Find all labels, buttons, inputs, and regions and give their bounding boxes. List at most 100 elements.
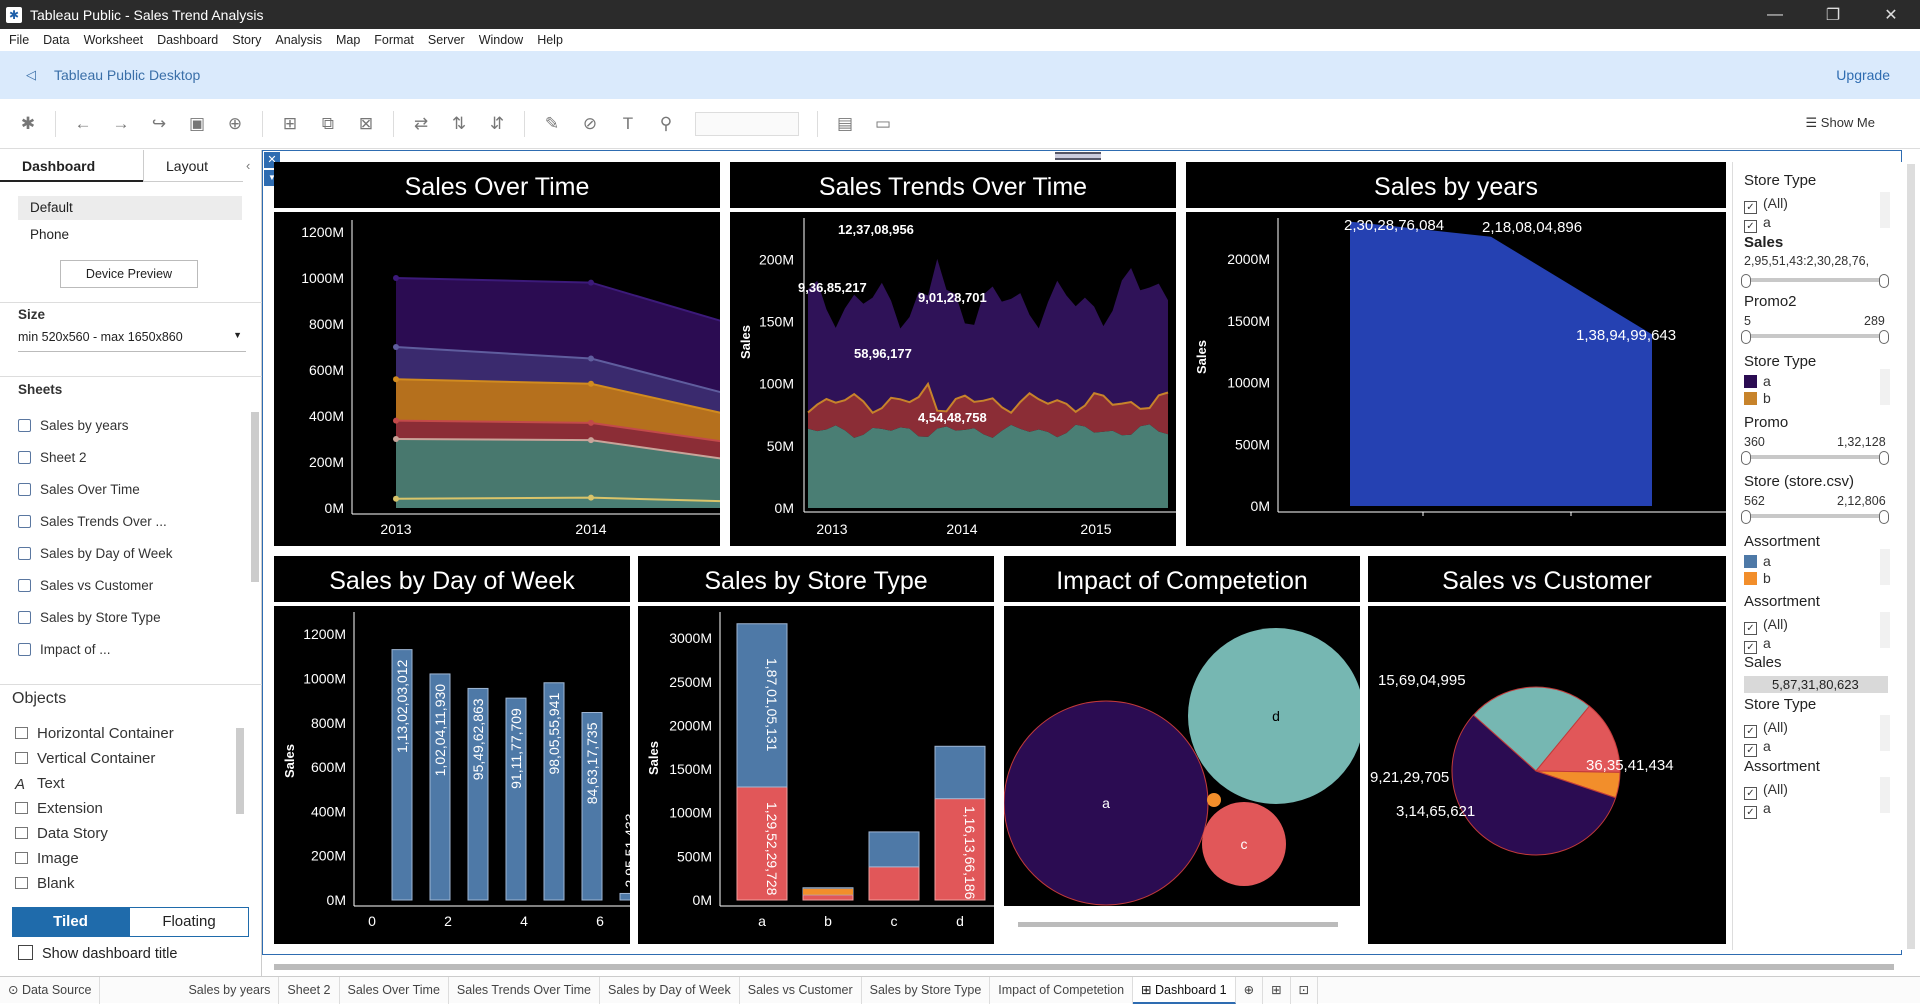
tableau-icon[interactable]: ✱	[14, 110, 42, 138]
tile-sales-by-years[interactable]: Sales by years 0M 500M 1000M 1500M 2000M Sale…	[1186, 162, 1726, 546]
menu-story[interactable]: Story	[227, 33, 270, 47]
new-worksheet-tab-icon[interactable]: ⊕	[1236, 976, 1264, 1004]
tab-sheet[interactable]: Impact of Competetion	[990, 976, 1134, 1004]
upgrade-link[interactable]: Upgrade	[1836, 67, 1890, 83]
filter-promo2-slider[interactable]	[1741, 330, 1889, 344]
impact-of-competition-chart[interactable]: a d c	[1004, 606, 1360, 944]
object-text[interactable]: A Text	[15, 775, 65, 793]
show-title-checkbox[interactable]: Show dashboard title	[18, 945, 177, 962]
tab-dashboard[interactable]: Dashboard	[0, 150, 143, 182]
clear-icon[interactable]: ⊠	[352, 110, 380, 138]
sales-by-years-chart[interactable]: 0M 500M 1000M 1500M 2000M Sales 2,30,28,76,084…	[1186, 212, 1726, 546]
minimize-button[interactable]: —	[1746, 6, 1804, 24]
canvas-scrollbar-vertical[interactable]	[1907, 164, 1915, 949]
legend-item-b[interactable]: b	[1744, 390, 1771, 406]
sheet-item[interactable]: Sales Over Time	[18, 482, 140, 497]
tile-sales-over-time[interactable]: Sales Over Time 0M 200M 400M 600M 800M 1000M 1…	[274, 162, 720, 546]
device-phone[interactable]: Phone	[30, 227, 69, 242]
sales-trends-chart[interactable]: 0M 50M 100M 150M 200M Sales 2013 2014 2015 12,37,…	[730, 212, 1176, 546]
filter-checkbox-all[interactable]: ✓ (All)	[1744, 195, 1788, 214]
sort-desc-icon[interactable]: ⇵	[483, 110, 511, 138]
menu-window[interactable]: Window	[474, 33, 532, 47]
tab-sheet[interactable]: Sales vs Customer	[740, 976, 862, 1004]
tab-data-source[interactable]: ⊙ Data Source	[0, 976, 101, 1004]
object-blank[interactable]: Blank	[15, 875, 75, 892]
duplicate-icon[interactable]: ⧉	[314, 110, 342, 138]
filter-sales-slider[interactable]	[1741, 274, 1889, 288]
swap-icon[interactable]: ⇄	[407, 110, 435, 138]
tab-sheet[interactable]: Sales by Store Type	[862, 976, 991, 1004]
sales-by-day-chart[interactable]: 0M 200M 400M 600M 800M 1000M 1200M Sales 0 2 4 6 1,1…	[274, 606, 630, 944]
device-default[interactable]: Default	[18, 196, 242, 220]
objects-scrollbar[interactable]	[236, 728, 244, 814]
show-cards-icon[interactable]: ▤	[831, 110, 859, 138]
close-button[interactable]: ✕	[1862, 5, 1920, 25]
sheets-scrollbar[interactable]	[251, 412, 259, 582]
legend-item-a[interactable]: a	[1744, 373, 1771, 389]
tab-sheet[interactable]: Sheet 2	[279, 976, 340, 1004]
menu-server[interactable]: Server	[423, 33, 474, 47]
sheet-item[interactable]: Sales by Store Type	[18, 610, 161, 625]
tab-layout[interactable]: Layout	[143, 150, 243, 182]
menu-analysis[interactable]: Analysis	[270, 33, 331, 47]
tile-sales-trends[interactable]: Sales Trends Over Time 0M 50M 100M 150M 200M…	[730, 162, 1176, 546]
fit-dropdown[interactable]	[695, 111, 799, 136]
size-dropdown[interactable]: min 520x560 - max 1650x860 ▼	[18, 330, 246, 352]
sort-asc-icon[interactable]: ⇅	[445, 110, 473, 138]
filter-checkbox-all[interactable]: ✓ (All)	[1744, 616, 1788, 635]
tab-sheet[interactable]: Sales by years	[180, 976, 280, 1004]
sales-over-time-chart[interactable]: 0M200M400M600M800M1000M1200M201320142015	[274, 212, 720, 546]
filter-store-slider[interactable]	[1741, 510, 1889, 524]
floating-button[interactable]: Floating	[129, 907, 249, 937]
show-me-button[interactable]: ☰ Show Me	[1806, 115, 1875, 131]
forward-icon[interactable]: →	[107, 110, 135, 138]
new-story-tab-icon[interactable]: ⊡	[1291, 976, 1319, 1004]
redo-icon[interactable]: ↪	[145, 110, 173, 138]
tab-sheet[interactable]: Sales by Day of Week	[600, 976, 740, 1004]
sheet-item[interactable]: Impact of ...	[18, 642, 111, 657]
sales-by-store-type-chart[interactable]: 0M 500M 1000M 1500M 2000M 2500M 3000M Sales a b c d…	[638, 606, 994, 944]
object-data-story[interactable]: Data Story	[15, 825, 108, 842]
save-icon[interactable]: ▣	[183, 110, 211, 138]
collapse-icon[interactable]: ‹	[246, 158, 250, 173]
filter-scrollbar[interactable]	[1880, 777, 1890, 813]
menu-worksheet[interactable]: Worksheet	[79, 33, 153, 47]
object-horizontal-container[interactable]: Horizontal Container	[15, 725, 174, 742]
filter-checkbox-a[interactable]: ✓ a	[1744, 635, 1771, 654]
sheet-item[interactable]: Sales Trends Over ...	[18, 514, 167, 529]
filter-checkbox-a[interactable]: ✓ a	[1744, 800, 1771, 819]
filter-scrollbar[interactable]	[1880, 192, 1890, 228]
device-preview-button[interactable]: Device Preview	[60, 260, 198, 288]
filter-scrollbar[interactable]	[1880, 715, 1890, 751]
sales-vs-customer-chart[interactable]: 15,69,04,995 9,21,29,705 3,14,65,621 36,35,…	[1368, 606, 1726, 944]
object-extension[interactable]: Extension	[15, 800, 103, 817]
filter-checkbox-a[interactable]: ✓ a	[1744, 738, 1771, 757]
menu-dashboard[interactable]: Dashboard	[152, 33, 227, 47]
menu-file[interactable]: File	[4, 33, 38, 47]
menu-map[interactable]: Map	[331, 33, 369, 47]
legend-item-b[interactable]: b	[1744, 570, 1771, 586]
canvas-scrollbar-horizontal[interactable]	[274, 964, 1894, 970]
tiled-button[interactable]: Tiled	[12, 907, 129, 937]
pin-icon[interactable]: ⚲	[652, 110, 680, 138]
filter-checkbox-a[interactable]: ✓ a	[1744, 214, 1771, 233]
legend-item-a[interactable]: a	[1744, 553, 1771, 569]
new-dashboard-tab-icon[interactable]: ⊞	[1263, 976, 1291, 1004]
tile-sales-by-store-type[interactable]: Sales by Store Type 0M 500M 1000M 1500M 2000…	[638, 556, 994, 944]
object-vertical-container[interactable]: Vertical Container	[15, 750, 155, 767]
legend-scrollbar[interactable]	[1880, 369, 1890, 405]
menu-format[interactable]: Format	[369, 33, 423, 47]
sheet-item[interactable]: Sales by Day of Week	[18, 546, 173, 561]
tab-sheet[interactable]: Sales Trends Over Time	[449, 976, 600, 1004]
tab-dashboard-1[interactable]: ⊞ Dashboard 1	[1133, 976, 1236, 1004]
tile-sales-by-day[interactable]: Sales by Day of Week 0M 200M 400M 600M 800M 1…	[274, 556, 630, 944]
legend-scrollbar[interactable]	[1880, 549, 1890, 585]
sheet-item[interactable]: Sales by years	[18, 418, 129, 433]
filter-scrollbar[interactable]	[1880, 612, 1890, 648]
new-worksheet-icon[interactable]: ⊞	[276, 110, 304, 138]
object-image[interactable]: Image	[15, 850, 79, 867]
drag-handle[interactable]	[1055, 152, 1101, 160]
menu-data[interactable]: Data	[38, 33, 78, 47]
tile-sales-vs-customer[interactable]: Sales vs Customer 15,69,04,995 9,21,29,70…	[1368, 556, 1726, 944]
highlight-icon[interactable]: ✎	[538, 110, 566, 138]
